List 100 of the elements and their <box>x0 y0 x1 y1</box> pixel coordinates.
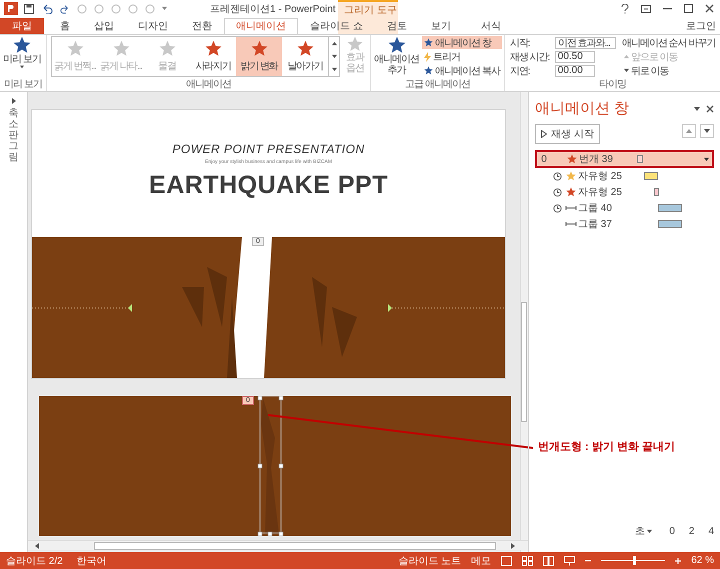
undo-icon[interactable] <box>41 4 53 14</box>
animation-gallery-item[interactable]: 밝기 변화 <box>236 37 282 76</box>
star-icon <box>566 187 576 197</box>
context-tab-group: 그리기 도구 <box>344 3 397 17</box>
grid-view-icon[interactable] <box>522 556 534 566</box>
ribbon-tab[interactable]: 디자인 <box>126 18 180 34</box>
maximize-icon[interactable] <box>684 4 693 13</box>
star-icon <box>567 154 577 164</box>
ribbon-tab[interactable]: 보기 <box>418 18 463 34</box>
expand-icon[interactable] <box>10 98 16 104</box>
close-icon[interactable] <box>706 104 714 112</box>
preview-button[interactable]: 미리 보기 <box>2 35 42 69</box>
animation-item[interactable]: 그룹 37 <box>535 216 714 232</box>
book-icon[interactable] <box>543 556 554 566</box>
slide-heading: EARTHQUAKE PPT <box>149 171 388 200</box>
scrollbar-thumb[interactable] <box>521 302 527 422</box>
scroll-right-icon[interactable] <box>510 542 516 548</box>
notes-button[interactable]: 슬라이드 노트 <box>398 554 462 568</box>
zoom-in-icon[interactable] <box>675 558 682 564</box>
play-icon <box>541 130 547 138</box>
scroll-up-icon[interactable] <box>332 41 336 46</box>
star-icon <box>250 40 268 57</box>
ribbon-tab[interactable]: 전환 <box>180 18 224 34</box>
scroll-down-icon[interactable] <box>332 54 336 59</box>
animation-painter-button[interactable]: 애니메이션 복사 <box>422 64 502 77</box>
item-number: 0 <box>541 154 547 164</box>
up-arrow-icon <box>624 54 629 59</box>
motion-path-icon <box>565 221 577 227</box>
start-dropdown[interactable]: 이전 효과와... <box>554 36 616 48</box>
scroll-left-icon[interactable] <box>34 542 40 548</box>
timeline-tick: 2 <box>688 526 694 536</box>
reorder-label: 애니메이션 순서 바꾸기 <box>622 36 716 49</box>
animation-item[interactable]: 자유형 25 <box>535 168 714 184</box>
delay-label: 지연: <box>510 64 531 78</box>
star-icon <box>112 40 130 57</box>
star-icon <box>158 40 176 57</box>
annotation-text: 번개도형 : 밝기 변화 끝내기 <box>538 440 675 454</box>
animation-pane-button[interactable]: 애니메이션 창 <box>422 36 502 49</box>
ribbon-tab[interactable]: 슬라이드 쇼 <box>298 18 375 34</box>
animation-gallery-item[interactable]: 날아가기 <box>282 37 328 76</box>
window-title: 프레젠테이션1 - PowerPoint <box>210 3 336 16</box>
comments-button[interactable]: 메모 <box>471 554 492 568</box>
customize-caret-icon[interactable] <box>162 6 167 11</box>
slide-title: POWER POINT PRESENTATION <box>172 142 365 156</box>
star-icon <box>424 38 433 47</box>
item-name: 그룹 40 <box>578 202 613 215</box>
animation-gallery-item[interactable]: 사라지기 <box>190 37 236 76</box>
group-label: 타이밍 <box>598 79 627 91</box>
delay-field[interactable]: 00.00 <box>554 64 595 76</box>
timeline-tick: 0 <box>669 526 675 536</box>
star-icon <box>388 36 406 54</box>
dropdown-icon[interactable] <box>704 156 709 162</box>
star-icon <box>566 171 576 181</box>
animation-item[interactable]: 그룹 40 <box>535 200 714 216</box>
seconds-dropdown[interactable]: 초 <box>635 524 645 538</box>
move-later-button[interactable]: 뒤로 이동 <box>622 64 716 77</box>
ribbon-tab[interactable]: 홈 <box>48 18 82 34</box>
sign-in-link[interactable]: 로그인 <box>686 19 716 33</box>
item-name: 그룹 37 <box>578 218 613 231</box>
help-icon[interactable] <box>621 4 629 14</box>
ribbon-tab[interactable]: 검토 <box>374 18 419 34</box>
language-label[interactable]: 한국어 <box>76 554 107 568</box>
slide-counter: 슬라이드 2/2 <box>6 554 63 568</box>
add-animation-button[interactable]: 애니메이션 추가 <box>373 35 420 76</box>
scrollbar-thumb[interactable] <box>94 542 496 550</box>
save-icon[interactable] <box>24 4 34 14</box>
ribbon-display-icon[interactable] <box>641 4 651 12</box>
duration-field[interactable]: 00.50 <box>554 50 595 62</box>
ribbon-tab[interactable]: 파일 <box>0 18 44 34</box>
minimize-icon[interactable] <box>663 8 672 10</box>
star-icon <box>204 40 222 57</box>
group-label: 애니메이션 <box>185 79 232 91</box>
redo-icon[interactable] <box>60 4 70 14</box>
ribbon-tab[interactable]: 서식 <box>468 18 513 34</box>
star-icon <box>66 40 84 57</box>
item-name: 자유형 25 <box>578 170 623 183</box>
up-arrow-icon <box>686 128 692 134</box>
move-down-button[interactable] <box>700 124 714 138</box>
zoom-level[interactable]: 62 % <box>691 555 714 566</box>
item-name: 자유형 25 <box>578 186 623 199</box>
animation-item[interactable]: 자유형 25 <box>535 184 714 200</box>
thumbnail-pane-label[interactable]: 축소판그림 <box>8 108 18 163</box>
normal-view-icon[interactable] <box>501 556 512 566</box>
animation-item[interactable]: 0 번개 39 <box>535 150 714 168</box>
close-icon[interactable] <box>705 4 714 13</box>
start-label: 시작: <box>510 36 531 50</box>
lightning-icon <box>424 52 431 62</box>
down-arrow-icon <box>624 68 629 73</box>
trigger-button[interactable]: 트리거 <box>422 50 502 63</box>
pane-title: 애니메이션 창 <box>535 99 630 118</box>
pane-menu-icon[interactable] <box>694 106 700 112</box>
group-label: 미리 보기 <box>3 79 43 91</box>
more-icon[interactable] <box>332 67 336 72</box>
play-button[interactable]: 재생 시작 <box>535 124 600 144</box>
group-label: 고급 애니메이션 <box>404 79 471 91</box>
ribbon-tab[interactable]: 애니메이션 <box>224 18 298 34</box>
star-icon <box>12 36 31 54</box>
item-name: 번개 39 <box>579 153 614 166</box>
star-icon <box>296 40 314 57</box>
ribbon-tab[interactable]: 삽입 <box>82 18 126 34</box>
